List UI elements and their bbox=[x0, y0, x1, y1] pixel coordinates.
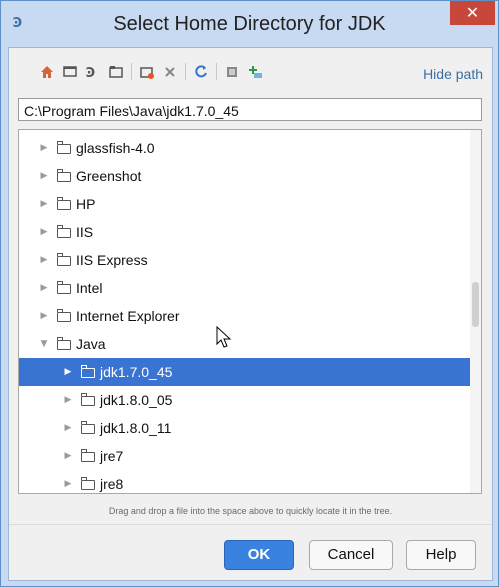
collapsed-arrow-icon[interactable]: ▶ bbox=[39, 283, 49, 293]
home-icon[interactable] bbox=[37, 62, 57, 82]
tree-item[interactable]: ▶ jre7 bbox=[19, 442, 471, 470]
tree-item[interactable]: ▶ jdk1.8.0_05 bbox=[19, 386, 471, 414]
collapsed-arrow-icon[interactable]: ▶ bbox=[39, 227, 49, 237]
collapsed-arrow-icon[interactable]: ▶ bbox=[39, 199, 49, 209]
tree-item-label: glassfish-4.0 bbox=[76, 140, 155, 156]
show-hidden-icon[interactable] bbox=[222, 62, 242, 82]
tree-item[interactable]: ▶ IIS Express bbox=[19, 246, 471, 274]
new-folder-icon[interactable] bbox=[137, 62, 157, 82]
expanded-arrow-icon[interactable]: ▼ bbox=[39, 339, 49, 349]
title-bar[interactable]: Ͽ Select Home Directory for JDK ✕ bbox=[1, 1, 498, 47]
svg-text:Ͽ: Ͽ bbox=[86, 66, 95, 80]
tree-item[interactable]: ▶ IIS bbox=[19, 218, 471, 246]
tree-item-label: jre7 bbox=[100, 448, 124, 464]
desktop-icon[interactable] bbox=[60, 62, 80, 82]
collapsed-arrow-icon[interactable]: ▶ bbox=[39, 311, 49, 321]
folder-icon bbox=[81, 365, 95, 378]
help-button[interactable]: Help bbox=[406, 540, 476, 570]
folder-icon bbox=[81, 421, 95, 434]
add-folder-icon[interactable] bbox=[245, 62, 265, 82]
tree-item-label: jre8 bbox=[100, 476, 124, 492]
tree-item[interactable]: ▶ jdk1.7.0_45 bbox=[19, 358, 471, 386]
tree-item-label: Java bbox=[76, 336, 106, 352]
tree-item-label: IIS Express bbox=[76, 252, 148, 268]
folder-icon bbox=[57, 337, 71, 350]
ok-button[interactable]: OK bbox=[224, 540, 294, 570]
collapsed-arrow-icon[interactable]: ▶ bbox=[63, 479, 73, 489]
tree-item[interactable]: ▶ Greenshot bbox=[19, 162, 471, 190]
tree-item[interactable]: ▶ jre8 bbox=[19, 470, 471, 493]
collapsed-arrow-icon[interactable]: ▶ bbox=[63, 423, 73, 433]
tree-item-label: jdk1.8.0_11 bbox=[100, 420, 172, 436]
scrollbar-thumb[interactable] bbox=[472, 282, 479, 327]
tree-item[interactable]: ▶ HP bbox=[19, 190, 471, 218]
folder-icon bbox=[57, 225, 71, 238]
folder-icon bbox=[57, 141, 71, 154]
tree-item[interactable]: ▶ Intel bbox=[19, 274, 471, 302]
cancel-button[interactable]: Cancel bbox=[309, 540, 393, 570]
file-tree[interactable]: ▶ glassfish-4.0 ▶ Greenshot ▶ HP ▶ IIS ▶ IIS Expr… bbox=[18, 129, 482, 494]
tree-item-label: HP bbox=[76, 196, 96, 212]
folder-icon bbox=[81, 393, 95, 406]
folder-icon bbox=[57, 169, 71, 182]
tree-item-label: Internet Explorer bbox=[76, 308, 180, 324]
tree-item-label: jdk1.7.0_45 bbox=[100, 364, 173, 380]
tree-item-label: jdk1.8.0_05 bbox=[100, 392, 173, 408]
refresh-icon[interactable] bbox=[191, 62, 211, 82]
mouse-cursor-icon bbox=[216, 326, 232, 348]
collapsed-arrow-icon[interactable]: ▶ bbox=[39, 171, 49, 181]
toolbar-separator bbox=[216, 63, 217, 80]
divider bbox=[9, 524, 492, 525]
dialog-window: Ͽ Select Home Directory for JDK ✕ Ͽ Hide… bbox=[0, 0, 499, 587]
collapsed-arrow-icon[interactable]: ▶ bbox=[39, 255, 49, 265]
toolbar-separator bbox=[185, 63, 186, 80]
tree-item[interactable]: ▼ Java bbox=[19, 330, 471, 358]
folder-icon bbox=[57, 309, 71, 322]
tree-item-label: Greenshot bbox=[76, 168, 142, 184]
tree-item-label: Intel bbox=[76, 280, 103, 296]
collapsed-arrow-icon[interactable]: ▶ bbox=[63, 395, 73, 405]
tree-item[interactable]: ▶ Internet Explorer bbox=[19, 302, 471, 330]
hide-path-link[interactable]: Hide path bbox=[423, 66, 483, 82]
drag-drop-hint: Drag and drop a file into the space abov… bbox=[108, 506, 393, 516]
module-icon[interactable] bbox=[106, 62, 126, 82]
file-chooser-toolbar: Ͽ Hide path bbox=[9, 48, 492, 92]
collapsed-arrow-icon[interactable]: ▶ bbox=[63, 451, 73, 461]
tree-item[interactable]: ▶ jdk1.8.0_11 bbox=[19, 414, 471, 442]
close-button[interactable]: ✕ bbox=[450, 1, 495, 25]
folder-icon bbox=[81, 477, 95, 490]
delete-icon[interactable] bbox=[160, 62, 180, 82]
dialog-title: Select Home Directory for JDK bbox=[113, 13, 386, 35]
tree-item[interactable]: ▶ glassfish-4.0 bbox=[19, 134, 471, 162]
folder-icon bbox=[81, 449, 95, 462]
folder-icon bbox=[57, 281, 71, 294]
collapsed-arrow-icon[interactable]: ▶ bbox=[63, 367, 73, 377]
project-icon[interactable]: Ͽ bbox=[83, 62, 103, 82]
toolbar-separator bbox=[131, 63, 132, 80]
dialog-body: Ͽ Hide path C:\Program Files\Java\jdk1.7… bbox=[8, 47, 493, 581]
folder-icon bbox=[57, 197, 71, 210]
tree-item-label: IIS bbox=[76, 224, 94, 240]
path-input[interactable] bbox=[18, 98, 482, 121]
folder-icon bbox=[57, 253, 71, 266]
collapsed-arrow-icon[interactable]: ▶ bbox=[39, 143, 49, 153]
